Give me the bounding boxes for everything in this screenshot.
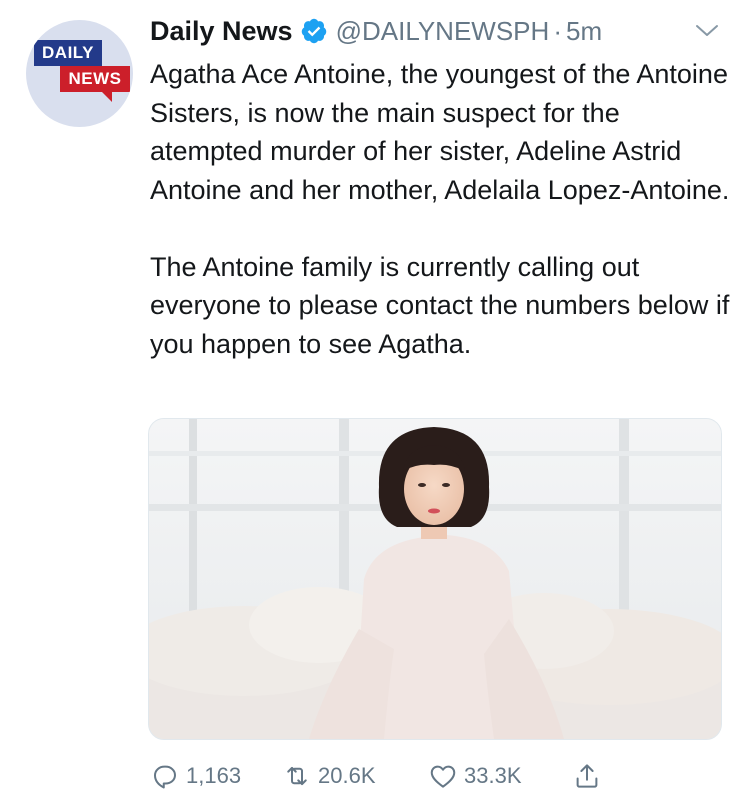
tweet-paragraph: Agatha Ace Antoine, the youngest of the …: [150, 59, 730, 205]
tweet-header: Daily News @DAILYNEWSPH · 5m: [150, 12, 602, 50]
tweet-photo[interactable]: [148, 418, 722, 740]
retweet-button[interactable]: 20.6K: [282, 758, 376, 794]
logo-news-label: NEWS: [60, 66, 130, 92]
reply-icon: [154, 765, 176, 789]
separator-dot: ·: [553, 15, 562, 46]
tweet-actions: 1,163 20.6K 33.3K: [150, 758, 620, 794]
photo-illustration: [149, 419, 721, 739]
logo-daily-label: DAILY: [34, 40, 102, 66]
account-handle[interactable]: @DAILYNEWSPH: [336, 16, 550, 47]
like-count: 33.3K: [464, 763, 522, 788]
heart-icon: [430, 765, 456, 788]
tweet-paragraph: The Antoine family is currently calling …: [150, 251, 730, 359]
logo-tail: [102, 92, 112, 102]
reply-button[interactable]: 1,163: [150, 758, 241, 794]
verified-badge-icon: [300, 17, 328, 45]
chevron-down-icon[interactable]: [694, 22, 720, 40]
retweet-count: 20.6K: [318, 763, 376, 788]
reply-count: 1,163: [186, 763, 242, 788]
tweet-text: Agatha Ace Antoine, the youngest of the …: [150, 55, 730, 363]
like-button[interactable]: 33.3K: [428, 758, 522, 794]
account-name[interactable]: Daily News: [150, 16, 293, 47]
share-icon: [576, 764, 598, 788]
share-button[interactable]: [572, 758, 602, 794]
avatar[interactable]: DAILY NEWS: [26, 20, 133, 127]
retweet-icon: [287, 766, 307, 786]
tweet-timestamp[interactable]: 5m: [566, 16, 602, 47]
